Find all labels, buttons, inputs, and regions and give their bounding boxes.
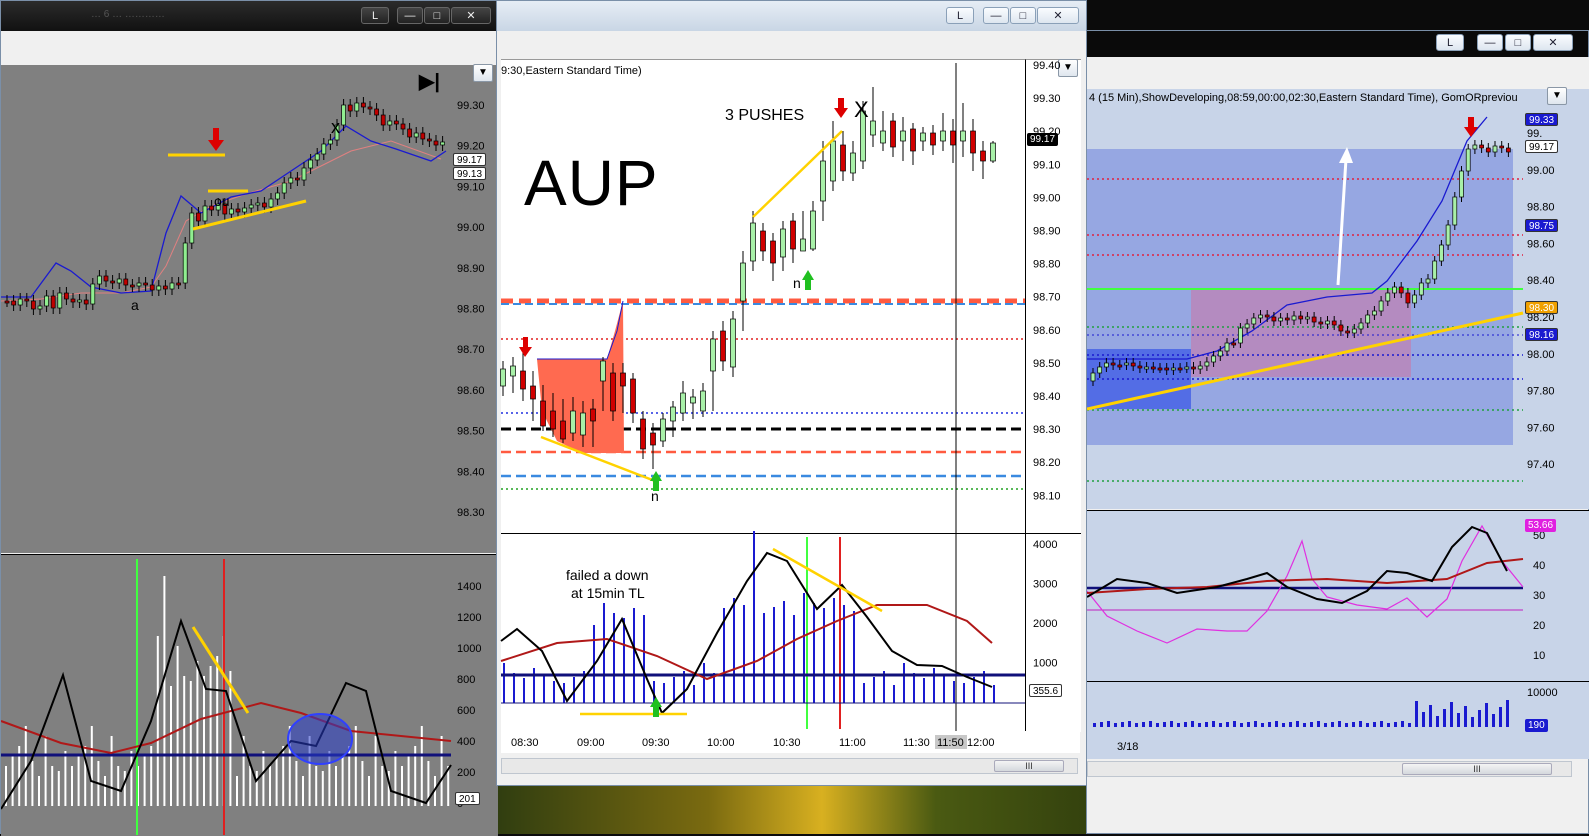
middle-indicator-panel[interactable] (501, 533, 1025, 732)
n-label-2: n (793, 275, 801, 291)
three-pushes-label: 3 PUSHES (725, 107, 805, 124)
right-price-tag: 98.30 (1525, 301, 1559, 314)
close-button[interactable]: ✕ (1037, 7, 1079, 24)
left-indicator-tag: 201 (455, 792, 480, 805)
link-button[interactable]: L (361, 7, 389, 24)
right-osc-panel[interactable] (1087, 510, 1523, 681)
middle-indicator-axis (1025, 533, 1081, 732)
middle-price-tag: 99.17 (1027, 133, 1059, 146)
maximize-button[interactable]: □ (1010, 7, 1036, 24)
middle-price-axis (1025, 59, 1081, 534)
middle-time-axis (501, 731, 1080, 753)
right-time-axis: 3/18 (1087, 739, 1589, 759)
chart-menu-dropdown[interactable]: ▼ (473, 64, 493, 82)
left-price-tag-bid: 99.13 (453, 167, 487, 180)
maximize-button[interactable]: □ (1505, 34, 1531, 51)
minimize-button[interactable]: — (1477, 34, 1503, 51)
right-chart-window: L — □ ✕ 4 (15 Min),ShowDeveloping,08:59,… (1086, 30, 1589, 834)
right-info-line: 4 (15 Min),ShowDeveloping,08:59,00:00,02… (1089, 92, 1518, 104)
close-button[interactable]: ✕ (451, 7, 491, 24)
right-price-tag: 99.17 (1525, 140, 1559, 153)
label-ou: ou (214, 193, 230, 209)
right-price-tag: 98.16 (1525, 328, 1559, 341)
left-chart-window: … 6 … ………… L — □ ✕ ▼ ▶| 99.30 99.20 99.10 9 (0, 0, 498, 836)
left-toolbar-area (1, 31, 498, 65)
middle-chart-window: L — □ ✕ 9:30,Eastern Standard Time) III … (496, 0, 1087, 786)
left-window-titlebar[interactable]: … 6 … ………… L — □ ✕ (1, 1, 496, 31)
middle-horizontal-scrollbar[interactable]: III (501, 758, 1078, 774)
left-price-axis (451, 65, 498, 553)
label-x: x (331, 117, 340, 137)
at-15min-tl-label: at 15min TL (571, 585, 645, 601)
right-osc-axis (1523, 510, 1589, 681)
x-label: X (854, 97, 869, 122)
right-toolbar-area (1087, 57, 1589, 89)
right-vol-panel[interactable] (1087, 681, 1523, 740)
left-indicator-panel[interactable] (1, 554, 451, 836)
left-window-title: … 6 … ………… (91, 9, 165, 20)
right-price-tag: 99.33 (1525, 113, 1559, 126)
minimize-button[interactable]: — (983, 7, 1009, 24)
middle-price-panel[interactable]: 9:30,Eastern Standard Time) (501, 59, 1025, 534)
right-price-tag: 98.75 (1525, 219, 1559, 232)
left-price-tag-last: 99.17 (453, 153, 487, 166)
play-to-end-icon[interactable]: ▶| (419, 69, 440, 94)
label-a: a (131, 297, 139, 313)
middle-scroll-thumb[interactable]: III (994, 760, 1064, 772)
middle-window-titlebar[interactable]: L — □ ✕ (497, 1, 1086, 31)
right-vol-tag: 190 (1525, 719, 1548, 732)
right-scroll-thumb[interactable]: III (1402, 763, 1552, 775)
n-label-1: n (651, 488, 659, 504)
link-button[interactable]: L (946, 7, 974, 24)
right-window-titlebar[interactable]: L — □ ✕ (1087, 31, 1588, 57)
right-date-label: 3/18 (1117, 741, 1139, 753)
left-price-panel[interactable] (1, 65, 451, 553)
close-button[interactable]: ✕ (1533, 34, 1573, 51)
link-button[interactable]: L (1436, 34, 1464, 51)
right-horizontal-scrollbar[interactable]: III (1087, 761, 1572, 777)
right-price-panel[interactable]: 4 (15 Min),ShowDeveloping,08:59,00:00,02… (1087, 89, 1523, 509)
minimize-button[interactable]: — (397, 7, 423, 24)
middle-chart-menu-dropdown[interactable]: ▼ (1058, 59, 1078, 77)
maximize-button[interactable]: □ (424, 7, 450, 24)
middle-info-line: 9:30,Eastern Standard Time) (501, 65, 642, 77)
aup-label: AUP (524, 147, 659, 219)
right-chart-menu-dropdown[interactable]: ▼ (1547, 87, 1567, 105)
right-osc-tag: 53.66 (1525, 519, 1557, 532)
failed-a-down-label: failed a down (566, 567, 649, 583)
middle-indicator-tag: 355.6 (1029, 684, 1063, 697)
